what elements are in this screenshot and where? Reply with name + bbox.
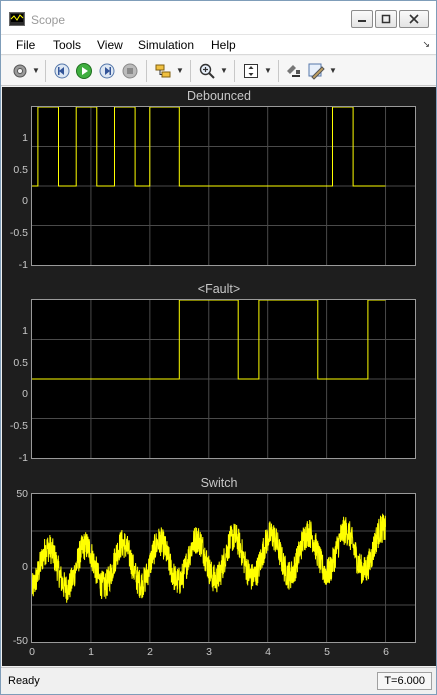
run-icon[interactable] (75, 62, 93, 80)
xtick-label: 2 (147, 646, 153, 658)
menu-view[interactable]: View (97, 38, 123, 52)
scope-display: Debounced 1 0.5 0 -0.5 -1 <Fault> 1 0.5 … (2, 87, 436, 666)
close-icon (409, 14, 419, 24)
plot-title-fault: <Fault> (197, 282, 241, 296)
edit-style-icon[interactable] (307, 62, 325, 80)
ytick-label: 1 (22, 325, 28, 337)
zoom-dropdown-icon[interactable]: ▼ (220, 66, 228, 75)
fault-plot (32, 300, 415, 458)
step-forward-icon[interactable] (98, 62, 116, 80)
maximize-button[interactable] (375, 10, 397, 28)
minimize-icon (358, 20, 366, 22)
ytick-label: 0 (22, 561, 28, 573)
simulation-time: T=6.000 (377, 672, 432, 690)
ytick-label: -0.5 (9, 420, 28, 432)
window-title: Scope (31, 13, 66, 27)
toolbar: ▼ ▼ ▼ ▼ ▼ (1, 56, 436, 86)
xtick-label: 4 (265, 646, 271, 658)
axes-switch[interactable] (31, 493, 416, 643)
stop-icon[interactable] (121, 62, 139, 80)
ytick-label: 0.5 (13, 164, 28, 176)
plot-title-switch: Switch (200, 476, 238, 490)
ytick-label: 0.5 (13, 357, 28, 369)
settings-dropdown-icon[interactable]: ▼ (32, 66, 40, 75)
xtick-label: 5 (324, 646, 330, 658)
debounced-plot (32, 107, 415, 265)
xtick-label: 6 (383, 646, 389, 658)
axes-debounced[interactable] (31, 106, 416, 266)
step-back-icon[interactable] (53, 62, 71, 80)
scope-app-icon (9, 12, 25, 26)
menu-simulation[interactable]: Simulation (138, 38, 194, 52)
xtick-label: 3 (206, 646, 212, 658)
ytick-label: 1 (22, 132, 28, 144)
xtick-label: 0 (29, 646, 35, 658)
scale-dropdown-icon[interactable]: ▼ (264, 66, 272, 75)
dock-arrow-icon[interactable]: ↘ (422, 39, 430, 50)
menu-tools[interactable]: Tools (53, 38, 81, 52)
signal-selector-icon[interactable] (154, 62, 172, 80)
title-bar: Scope (1, 1, 436, 35)
ytick-label: -1 (18, 259, 28, 271)
settings-gear-icon[interactable] (11, 62, 29, 80)
ytick-label: 50 (16, 488, 28, 500)
plot-title-debounced: Debounced (187, 89, 251, 103)
scope-window: Scope File Tools View Simulation Help ↘ … (0, 0, 437, 695)
status-ready: Ready (8, 675, 40, 687)
axes-fault[interactable] (31, 299, 416, 459)
minimize-button[interactable] (351, 10, 373, 28)
switch-plot (32, 494, 415, 642)
ytick-label: -1 (18, 452, 28, 464)
highlight-block-icon[interactable] (284, 62, 302, 80)
style-dropdown-icon[interactable]: ▼ (329, 66, 337, 75)
ytick-label: -0.5 (9, 227, 28, 239)
scale-axes-icon[interactable] (242, 62, 260, 80)
menu-file[interactable]: File (16, 38, 35, 52)
xtick-label: 1 (88, 646, 94, 658)
menu-bar: File Tools View Simulation Help ↘ (1, 35, 436, 55)
close-button[interactable] (399, 10, 429, 28)
ytick-label: 0 (22, 195, 28, 207)
zoom-icon[interactable] (198, 62, 216, 80)
signal-dropdown-icon[interactable]: ▼ (176, 66, 184, 75)
status-bar: Ready T=6.000 (1, 667, 436, 694)
menu-help[interactable]: Help (211, 38, 236, 52)
maximize-icon (381, 14, 391, 24)
ytick-label: 0 (22, 388, 28, 400)
